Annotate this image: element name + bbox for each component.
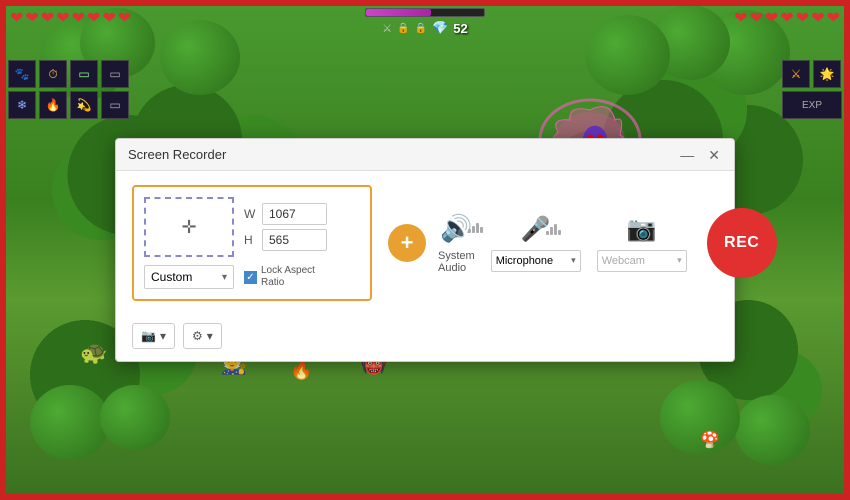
screen-selector: ✛ W H [132, 185, 372, 301]
select-arrow-icon: ▾ [222, 272, 227, 283]
vol-bar-3 [476, 223, 479, 233]
microphone-select-label: Microphone [496, 255, 553, 267]
add-source-button[interactable]: + [388, 224, 426, 262]
webcam-select-label: Webcam [602, 255, 645, 267]
rec-label: REC [724, 234, 759, 252]
system-audio-icon-container: 🔊 [440, 213, 472, 244]
screenshot-button[interactable]: 📷 ▾ [132, 323, 175, 349]
dialog-title: Screen Recorder [128, 147, 226, 162]
dialog-titlebar: Screen Recorder — ✕ [116, 139, 734, 171]
webcam-select-arrow: ▾ [677, 255, 682, 266]
custom-preset-select[interactable]: Custom ▾ [144, 265, 234, 289]
microphone-select[interactable]: Microphone ▾ [491, 250, 581, 272]
audio-level-bars [468, 217, 483, 233]
mic-bar-3 [554, 224, 557, 235]
screen-preview-area: ✛ W H [144, 197, 360, 257]
mic-select-arrow: ▾ [571, 255, 576, 266]
dimensions-panel: W H [244, 203, 327, 251]
dialog-overlay: Screen Recorder — ✕ ✛ [0, 0, 850, 500]
system-audio-control: 🔊 System Audio [438, 213, 475, 274]
game-background: 🧝 🐢 🧙 🔥 👹 🐸 🍄 ❤ ❤ ❤ ❤ ❤ ❤ ❤ ❤ [0, 0, 850, 500]
width-row: W [244, 203, 327, 225]
microphone-control: 🎤 Microphone ▾ [491, 215, 581, 272]
av-controls: 🔊 System Audio [438, 213, 687, 274]
dialog-footer: 📷 ▾ ⚙ ▾ [116, 315, 734, 361]
close-button[interactable]: ✕ [706, 148, 722, 162]
lock-aspect-control: ✓ Lock AspectRatio [244, 265, 315, 289]
settings-arrow: ▾ [207, 329, 213, 343]
lock-aspect-checkbox[interactable]: ✓ [244, 271, 257, 284]
screen-bottom-row: Custom ▾ ✓ Lock AspectRatio [144, 265, 360, 289]
webcam-select[interactable]: Webcam ▾ [597, 250, 687, 272]
mic-bar-2 [550, 227, 553, 235]
system-audio-label: System Audio [438, 250, 475, 274]
mic-level-bars [546, 219, 561, 235]
width-input[interactable] [262, 203, 327, 225]
screen-recorder-dialog: Screen Recorder — ✕ ✛ [115, 138, 735, 362]
vol-bar-4 [480, 227, 483, 233]
webcam-icon: 📷 [627, 215, 657, 244]
mic-bar-1 [546, 231, 549, 235]
custom-label: Custom [151, 270, 192, 284]
width-label: W [244, 207, 256, 221]
dialog-controls: — ✕ [678, 148, 722, 162]
height-input[interactable] [262, 229, 327, 251]
gear-icon: ⚙ [192, 329, 203, 343]
height-row: H [244, 229, 327, 251]
minimize-button[interactable]: — [678, 148, 696, 162]
height-label: H [244, 233, 256, 247]
record-button[interactable]: REC [707, 208, 777, 278]
mic-bar-4 [558, 230, 561, 235]
cursor-icon: ✛ [181, 217, 196, 238]
lock-aspect-label: Lock AspectRatio [261, 265, 315, 289]
mic-icon-container: 🎤 [521, 215, 551, 244]
screen-preview-box[interactable]: ✛ [144, 197, 234, 257]
vol-bar-1 [468, 229, 471, 233]
settings-button[interactable]: ⚙ ▾ [183, 323, 222, 349]
webcam-control: 📷 Webcam ▾ [597, 215, 687, 272]
screenshot-arrow: ▾ [160, 329, 166, 343]
vol-bar-2 [472, 226, 475, 233]
screenshot-icon: 📷 [141, 329, 156, 343]
dialog-body: ✛ W H [116, 171, 734, 315]
